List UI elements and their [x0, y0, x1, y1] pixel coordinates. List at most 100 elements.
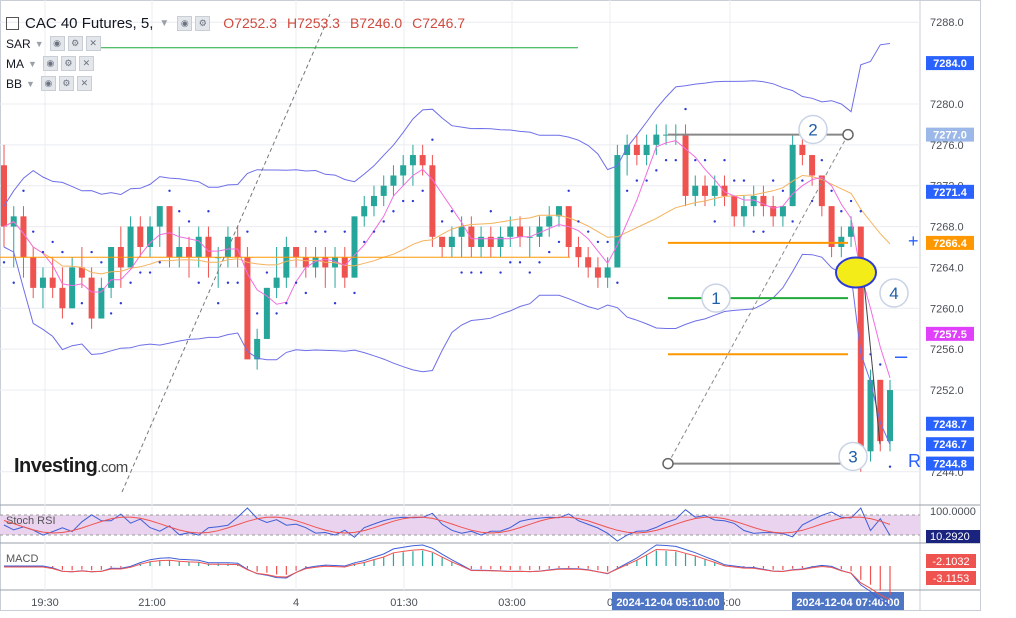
candle-body [448, 236, 455, 247]
settings-icon[interactable]: ⚙ [67, 36, 83, 51]
sar-dot [479, 271, 483, 274]
sar-dot [343, 230, 346, 233]
price-label: 7277.0 [933, 130, 967, 142]
candle-body [1, 165, 7, 227]
price-label: 7257.5 [933, 329, 967, 341]
y-tick-label: 7252.0 [930, 385, 964, 397]
price-chart[interactable]: 7288.07280.07276.07272.07268.07264.07260… [0, 0, 1016, 618]
macd-label: -2.1032 [932, 556, 969, 568]
settings-icon[interactable]: ⚙ [58, 76, 74, 91]
sar-dot [372, 230, 376, 233]
sar-dot [285, 301, 288, 305]
sar-dot [567, 189, 570, 193]
stoch-value: 10.2920 [930, 531, 970, 543]
collapse-icon[interactable] [6, 16, 19, 30]
candle-body [88, 277, 95, 319]
close-value: C7246.7 [412, 15, 466, 31]
candle-body [127, 226, 134, 268]
candle-body [419, 155, 426, 166]
candle-body [546, 216, 553, 227]
indicator-label: MA [6, 56, 24, 71]
settings-icon[interactable]: ⚙ [60, 56, 76, 71]
y-tick-label: 7256.0 [930, 344, 964, 356]
macd-label[interactable]: MACD [6, 553, 38, 565]
sar-dot [119, 301, 123, 305]
candle-body [351, 216, 358, 278]
sar-dot [762, 230, 765, 233]
highlight-ellipse [835, 256, 877, 289]
sar-dot [421, 189, 424, 193]
sar-dot [781, 189, 785, 193]
plus-icon[interactable]: + [908, 231, 919, 252]
close-icon[interactable]: ✕ [85, 36, 101, 51]
eye-icon[interactable]: ◉ [49, 36, 65, 51]
eye-icon[interactable]: ◉ [42, 56, 58, 71]
reset-scale-icon[interactable]: R [908, 451, 921, 472]
candle-body [799, 144, 806, 156]
indicator-label: BB [6, 76, 23, 91]
indicator-sar[interactable]: SAR ▼ ◉ ⚙ ✕ [6, 36, 104, 51]
candle-body [69, 267, 76, 309]
annotation-label: 2 [808, 121, 817, 140]
candle-body [633, 144, 640, 156]
sar-dot [752, 230, 755, 233]
time-label: 2024-12-04 07:40:00 [796, 597, 899, 609]
candle-body [887, 390, 893, 442]
candle-body [838, 236, 845, 247]
sar-dot [684, 107, 687, 111]
candle-body [692, 185, 699, 196]
candle-body [205, 236, 212, 258]
eye-icon[interactable]: ◉ [177, 15, 193, 31]
sar-dot [742, 179, 746, 182]
candle-body [653, 134, 660, 145]
sar-dot [801, 179, 804, 182]
candle-body [137, 226, 144, 247]
chevron-down-icon[interactable]: ▼ [35, 39, 44, 49]
sar-dot [694, 158, 697, 162]
stoch-rsi-label[interactable]: Stoch RSI [6, 515, 56, 527]
candle-body [711, 185, 718, 196]
sar-dot [557, 240, 561, 244]
sar-dot [197, 281, 200, 284]
sar-dot [294, 281, 298, 284]
eye-icon[interactable]: ◉ [40, 76, 56, 91]
chevron-down-icon[interactable]: ▼ [159, 18, 169, 29]
sar-dot [635, 179, 639, 182]
candle-body [49, 277, 56, 288]
minus-icon[interactable]: – [895, 343, 907, 369]
sar-dot [61, 250, 64, 254]
sar-dot [90, 250, 93, 254]
indicator-ma[interactable]: MA ▼ ◉ ⚙ ✕ [6, 56, 97, 71]
indicator-label: SAR [6, 36, 31, 51]
candle-body [614, 155, 621, 268]
sar-dot [645, 179, 648, 182]
sar-dot [382, 220, 385, 223]
sar-dot [236, 281, 239, 284]
close-icon[interactable]: ✕ [76, 76, 92, 91]
open-value: O7252.3 [223, 15, 278, 31]
candle-body [380, 185, 387, 196]
x-tick-label: 4 [293, 597, 299, 609]
time-label: 2024-12-04 05:10:00 [616, 597, 719, 609]
chevron-down-icon[interactable]: ▼ [28, 59, 37, 69]
fib-handle [842, 128, 854, 141]
sar-dot [187, 220, 191, 223]
indicator-bb[interactable]: BB ▼ ◉ ⚙ ✕ [6, 76, 95, 91]
symbol-title[interactable]: CAC 40 Futures, 5, [25, 15, 153, 32]
y-tick-label: 7260.0 [930, 303, 964, 315]
chart-header: CAC 40 Futures, 5, ▼ ◉ ⚙ O7252.3 H7253.3… [6, 12, 465, 34]
candle-body [439, 236, 446, 247]
candle-body [682, 134, 689, 196]
candle-body [59, 287, 66, 309]
sar-dot [616, 281, 619, 284]
y-tick-label: 7264.0 [930, 262, 964, 274]
sar-dot [879, 363, 882, 366]
candle-body [721, 185, 728, 196]
close-icon[interactable]: ✕ [78, 56, 94, 71]
candle-body [273, 277, 280, 288]
sar-dot [713, 220, 716, 223]
sar-dot [840, 210, 843, 213]
settings-icon[interactable]: ⚙ [195, 15, 211, 31]
candle-body [429, 165, 436, 237]
chevron-down-icon[interactable]: ▼ [26, 79, 35, 89]
